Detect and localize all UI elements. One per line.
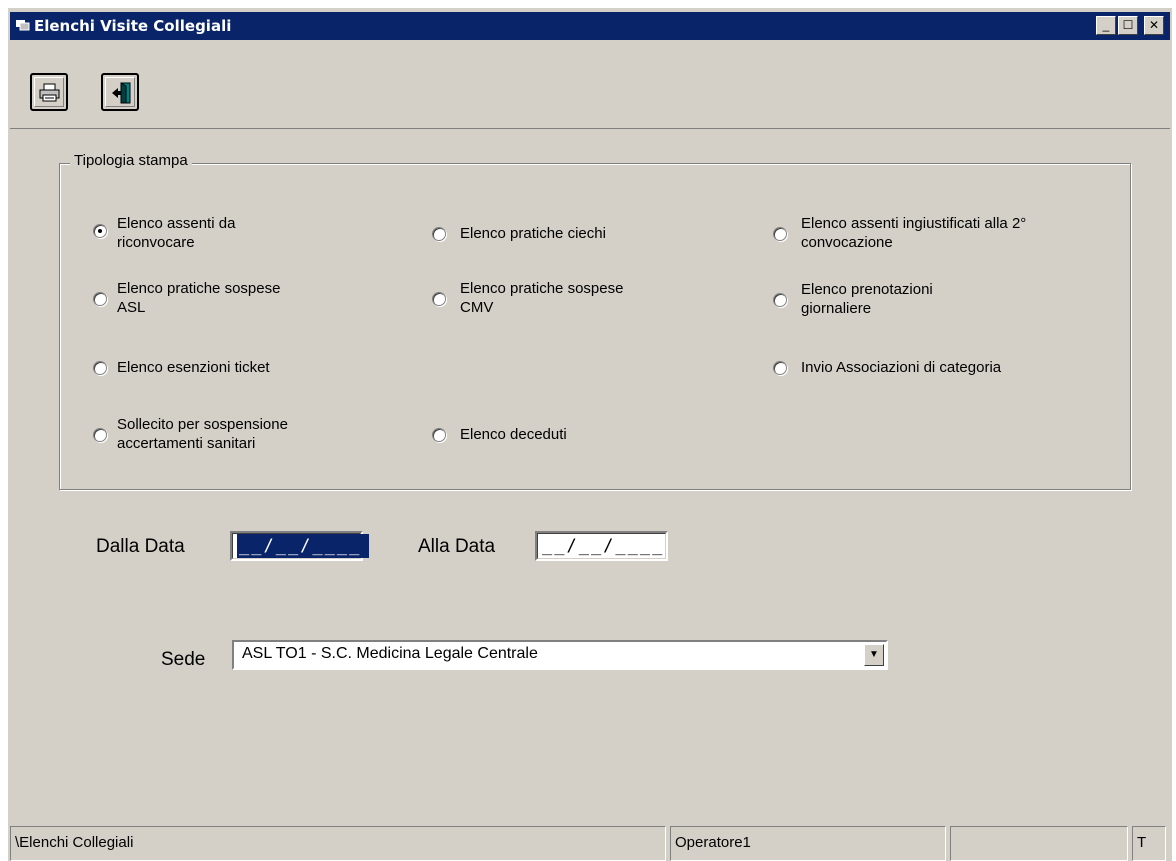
option-label: Elenco pratiche sospese [117, 280, 281, 297]
radio-icon [93, 292, 107, 306]
status-flag: T [1132, 826, 1166, 861]
option-label: Elenco pratiche sospese [460, 280, 624, 297]
alla-data-field[interactable]: __/__/____ [535, 531, 668, 561]
option-label-2: ASL [117, 299, 146, 316]
option-label: Invio Associazioni di categoria [801, 359, 1002, 376]
option-label-2: riconvocare [117, 234, 195, 251]
alla-data-value: __/__/____ [537, 533, 666, 559]
chevron-down-icon: ▼ [869, 649, 879, 660]
window-title: Elenchi Visite Collegiali [34, 17, 232, 35]
print-button[interactable] [30, 73, 68, 111]
dalla-data-value: __/__/____ [237, 534, 370, 558]
radio-icon [93, 361, 107, 375]
radio-icon [773, 361, 787, 375]
option-label: Elenco pratiche ciechi [460, 225, 606, 242]
dalla-data-field[interactable]: __/__/____ [230, 531, 370, 561]
minimize-icon: _ [1102, 18, 1110, 32]
radio-icon [432, 227, 446, 241]
window-app-icon [16, 20, 30, 31]
title-bar[interactable]: Elenchi Visite Collegiali _ ☐ ✕ [10, 12, 1170, 40]
close-button[interactable]: ✕ [1144, 16, 1164, 35]
radio-icon [432, 292, 446, 306]
option-label-2: convocazione [801, 234, 893, 251]
radio-icon [773, 293, 787, 307]
alla-data-label: Alla Data [418, 536, 496, 557]
toolbar [10, 40, 1170, 129]
minimize-button[interactable]: _ [1096, 16, 1116, 35]
printer-icon [39, 83, 60, 102]
option-label-2: CMV [460, 299, 494, 316]
option-label-2: giornaliere [801, 300, 872, 317]
option-label: Elenco esenzioni ticket [117, 359, 270, 376]
radio-icon [432, 428, 446, 442]
close-icon: ✕ [1148, 18, 1160, 32]
option-label: Elenco assenti ingiustificati alla 2° [801, 215, 1027, 232]
radio-icon [93, 428, 107, 442]
option-label: Sollecito per sospensione [117, 416, 288, 433]
exit-door-icon [112, 82, 131, 104]
maximize-icon: ☐ [1122, 18, 1134, 32]
option-label-2: accertamenti sanitari [117, 435, 256, 452]
group-label: Tipologia stampa [70, 152, 192, 169]
status-empty [950, 826, 1128, 861]
option-label: Elenco deceduti [460, 426, 567, 443]
option-label: Elenco assenti da [117, 215, 236, 232]
maximize-button[interactable]: ☐ [1118, 16, 1138, 35]
sede-select[interactable]: ASL TO1 - S.C. Medicina Legale Centrale … [232, 640, 888, 670]
dropdown-button[interactable]: ▼ [864, 644, 884, 666]
status-bar: \Elenchi Collegiali Operatore1 T [10, 826, 1170, 861]
sede-selected-value: ASL TO1 - S.C. Medicina Legale Centrale [242, 645, 538, 662]
dalla-data-label: Dalla Data [96, 536, 185, 557]
status-operator: Operatore1 [670, 826, 946, 861]
radio-icon [773, 227, 787, 241]
sede-label: Sede [161, 649, 206, 670]
option-label: Elenco prenotazioni [801, 281, 933, 298]
radio-selected-icon [93, 224, 107, 238]
status-path: \Elenchi Collegiali [10, 826, 666, 861]
exit-button[interactable] [101, 73, 139, 111]
